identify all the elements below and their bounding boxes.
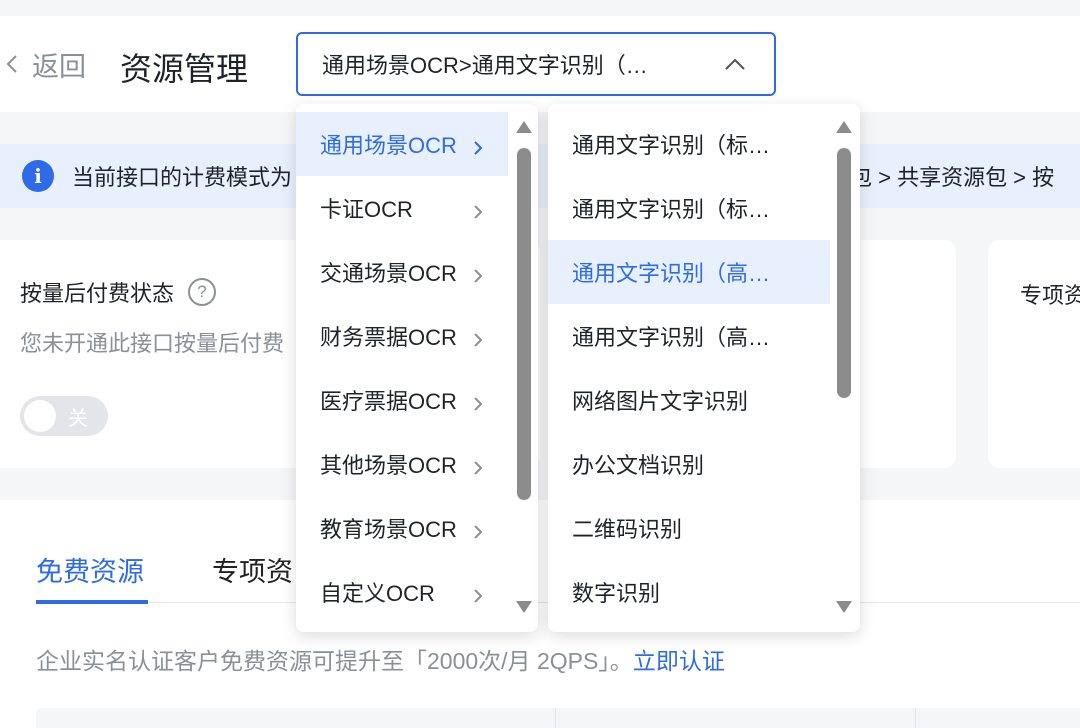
cascader-option-numbers[interactable]: 数字识别 <box>548 560 830 624</box>
table-column-divider <box>915 708 916 728</box>
level2-scroll-thumb[interactable] <box>837 148 851 398</box>
cascader-option-general-ocr[interactable]: 通用场景OCR <box>296 112 508 176</box>
cascader-option-qrcode[interactable]: 二维码识别 <box>548 496 830 560</box>
notice-breadcrumb: 源包 > 共享资源包 > 按 <box>828 165 1055 190</box>
cascader-option-traffic-ocr[interactable]: 交通场景OCR <box>296 240 508 304</box>
api-select[interactable]: 通用场景OCR>通用文字识别（… <box>296 32 776 96</box>
cascader-option-web-image[interactable]: 网络图片文字识别 <box>548 368 830 432</box>
cascader-level1-panel: 通用场景OCR 卡证OCR 交通场景OCR 财务票据OCR 医疗票据OCR 其他… <box>296 104 538 632</box>
api-select-value: 通用场景OCR>通用文字识别（… <box>322 53 648 78</box>
chevron-right-icon <box>472 328 484 347</box>
top-strip <box>0 0 1080 16</box>
option-label: 卡证OCR <box>320 197 413 222</box>
postpaid-toggle[interactable]: 关 <box>20 396 108 436</box>
cascader-option-general-text-accurate-2[interactable]: 通用文字识别（高… <box>548 304 830 368</box>
level2-scrollbar[interactable] <box>832 104 856 632</box>
option-label: 二维码识别 <box>572 517 683 542</box>
chevron-right-icon <box>472 264 484 283</box>
toggle-knob <box>24 400 56 432</box>
option-label: 其他场景OCR <box>320 453 457 478</box>
chevron-right-icon <box>472 584 484 603</box>
cascader-option-custom-ocr[interactable]: 自定义OCR <box>296 560 508 624</box>
billing-status-description: 您未开通此接口按量后付费 <box>20 331 285 356</box>
level1-scrollbar[interactable] <box>512 104 536 632</box>
level1-scroll-thumb[interactable] <box>517 148 531 500</box>
triangle-down-icon[interactable] <box>835 600 853 614</box>
cascader-option-office-doc[interactable]: 办公文档识别 <box>548 432 830 496</box>
option-label: 通用文字识别（高… <box>572 325 771 350</box>
billing-status-label: 按量后付费状态 <box>20 281 175 306</box>
active-tab-indicator <box>36 600 148 604</box>
toggle-label: 关 <box>68 408 88 430</box>
cascader-option-general-text-standard-2[interactable]: 通用文字识别（标… <box>548 176 830 240</box>
question-circle-icon[interactable]: ? <box>188 278 217 306</box>
option-label: 数字识别 <box>572 581 661 606</box>
back-button[interactable]: 返回 <box>0 46 86 82</box>
option-label: 通用文字识别（标… <box>572 197 771 222</box>
info-icon: i <box>22 160 54 192</box>
chevron-up-icon <box>724 56 746 72</box>
chevron-right-icon <box>472 136 484 155</box>
option-label: 交通场景OCR <box>320 261 457 286</box>
option-label: 医疗票据OCR <box>320 389 457 414</box>
notice-text: 当前接口的计费模式为 <box>72 165 293 190</box>
cascader-option-other-ocr[interactable]: 其他场景OCR <box>296 432 508 496</box>
option-label: 通用文字识别（标… <box>572 133 771 158</box>
chevron-right-icon <box>472 456 484 475</box>
triangle-up-icon[interactable] <box>515 120 533 134</box>
cascader-level2-panel: 通用文字识别（标… 通用文字识别（标… 通用文字识别（高… 通用文字识别（高… … <box>548 104 860 632</box>
resource-tabs <box>0 540 1080 604</box>
special-card-title: 专项资 <box>1020 283 1080 308</box>
free-resource-note: 企业实名认证客户免费资源可提升至「2000次/月 2QPS」。立即认证 <box>36 642 725 676</box>
special-card <box>988 240 1080 468</box>
page-header: 返回 资源管理 通用场景OCR>通用文字识别（… <box>0 16 1080 112</box>
option-label: 教育场景OCR <box>320 517 457 542</box>
option-label: 通用文字识别（高… <box>572 261 771 286</box>
verify-now-link[interactable]: 立即认证 <box>633 648 725 674</box>
chevron-left-icon <box>0 46 24 82</box>
table-column-divider <box>555 708 556 728</box>
triangle-up-icon[interactable] <box>835 120 853 134</box>
option-label: 通用场景OCR <box>320 133 457 158</box>
back-label: 返回 <box>32 51 86 82</box>
billing-status-title: 按量后付费状态 ? <box>20 276 217 308</box>
cascader-option-card-ocr[interactable]: 卡证OCR <box>296 176 508 240</box>
cascader-option-general-text-standard[interactable]: 通用文字识别（标… <box>548 112 830 176</box>
chevron-right-icon <box>472 200 484 219</box>
chevron-right-icon <box>472 392 484 411</box>
page-title: 资源管理 <box>120 51 249 87</box>
cascader-option-finance-ocr[interactable]: 财务票据OCR <box>296 304 508 368</box>
cascader-option-general-text-accurate[interactable]: 通用文字识别（高… <box>548 240 830 304</box>
table-header <box>36 708 1080 728</box>
option-label: 办公文档识别 <box>572 453 705 478</box>
option-label: 网络图片文字识别 <box>572 389 749 414</box>
option-label: 自定义OCR <box>320 581 435 606</box>
tab-special-resources[interactable]: 专项资 <box>212 550 293 589</box>
free-note-text: 企业实名认证客户免费资源可提升至「2000次/月 2QPS」。 <box>36 648 633 674</box>
triangle-down-icon[interactable] <box>515 600 533 614</box>
cascader-option-education-ocr[interactable]: 教育场景OCR <box>296 496 508 560</box>
option-label: 财务票据OCR <box>320 325 457 350</box>
cascader-option-medical-ocr[interactable]: 医疗票据OCR <box>296 368 508 432</box>
tab-free-resources[interactable]: 免费资源 <box>36 550 144 589</box>
chevron-right-icon <box>472 520 484 539</box>
